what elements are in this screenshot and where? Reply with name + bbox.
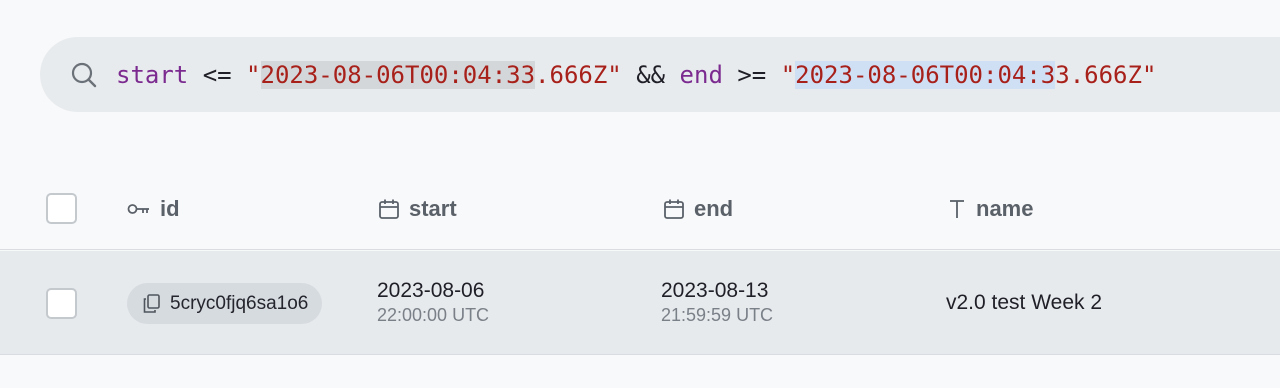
select-all-checkbox[interactable] xyxy=(46,193,77,224)
row-select-checkbox[interactable] xyxy=(46,288,77,319)
query-string-value-rest: .666Z" xyxy=(535,60,622,89)
start-date-value: 2023-08-06 xyxy=(377,279,485,302)
record-id-value: 5cryc0fjq6sa1o6 xyxy=(170,292,309,314)
column-header-label: id xyxy=(160,196,180,221)
end-date-value: 2023-08-13 xyxy=(661,279,769,302)
column-header-label: start xyxy=(409,196,457,221)
column-header-name[interactable]: name xyxy=(947,194,1033,224)
end-time-value: 21:59:59 UTC xyxy=(661,305,774,325)
key-icon xyxy=(127,202,151,216)
text-type-icon xyxy=(947,198,967,220)
start-time-value: 22:00:00 UTC xyxy=(377,305,490,325)
query-string-value-selected: 2023-08-06T00:04:3 xyxy=(795,60,1056,89)
calendar-icon xyxy=(663,198,685,220)
query-keyword-start: start xyxy=(116,60,189,89)
query-string-quote: " xyxy=(246,60,261,89)
record-id-chip[interactable]: 5cryc0fjq6sa1o6 xyxy=(127,283,323,324)
query-string-value-rest: 3.666Z" xyxy=(1055,60,1157,89)
table-row[interactable]: 5cryc0fjq6sa1o6 2023-08-06 22:00:00 UTC … xyxy=(0,251,1280,355)
query-keyword-end: end xyxy=(679,60,723,89)
column-header-start[interactable]: start xyxy=(378,194,457,224)
cell-name-value: v2.0 test Week 2 xyxy=(946,291,1103,314)
query-operator-gte: >= xyxy=(722,60,781,89)
column-header-end[interactable]: end xyxy=(663,194,733,224)
query-string-value-highlighted: 2023-08-06T00:04:33 xyxy=(260,60,536,89)
cell-end: 2023-08-13 21:59:59 UTC xyxy=(661,279,773,327)
query-string-quote: " xyxy=(780,60,796,89)
filter-query-input[interactable]: start <= "2023-08-06T00:04:33.666Z" && e… xyxy=(116,60,1157,89)
column-header-label: name xyxy=(976,196,1034,221)
copy-icon[interactable] xyxy=(143,294,160,313)
search-icon xyxy=(70,61,98,89)
query-operator-and: && xyxy=(621,60,680,89)
table-header: id start end name xyxy=(0,168,1280,250)
column-header-id[interactable]: id xyxy=(127,194,180,224)
column-header-label: end xyxy=(694,196,734,221)
query-operator-lte: <= xyxy=(188,60,247,89)
cell-start: 2023-08-06 22:00:00 UTC xyxy=(377,279,489,327)
calendar-icon xyxy=(378,198,400,220)
filter-query-bar[interactable]: start <= "2023-08-06T00:04:33.666Z" && e… xyxy=(40,37,1280,112)
